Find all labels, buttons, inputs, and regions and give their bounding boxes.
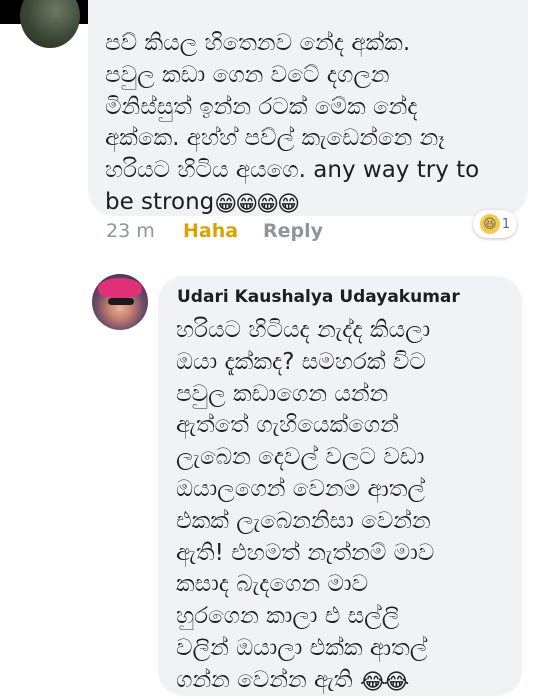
haha-emoji-icon: 😆	[479, 214, 500, 234]
commenter-avatar[interactable]	[20, 0, 80, 48]
reply-line: ලැබෙන දෙවල් වලට වඩා	[176, 444, 425, 471]
avatar-sunglasses-shape	[108, 298, 134, 305]
reply-author-avatar[interactable]	[92, 274, 148, 330]
reply-line: ඔයා දැක්කද? සමහරක් විට	[176, 348, 426, 375]
reply-line: ඇත්තේ ගැහියෙක්ගෙන්	[176, 412, 399, 439]
reply-line: පවුල කඩාගෙන යන්න	[176, 380, 389, 407]
reply-line: එකක් ලැබෙනනිසා වෙන්න	[176, 507, 431, 534]
reply-author-name[interactable]: Udari Kaushalya Udayakumar	[177, 287, 460, 307]
haha-reaction-link[interactable]: Haha	[183, 220, 238, 242]
comment-timestamp: 23 m	[106, 220, 155, 242]
reply-line-text: ගන්න වෙන්න ඇති	[176, 666, 353, 693]
reaction-count: 1	[501, 216, 511, 232]
avatar-hat-shape	[98, 278, 142, 298]
reply-link[interactable]: Reply	[263, 220, 323, 242]
reply-line: හුරගෙන කාලා එ සල්ලි	[176, 603, 400, 630]
comment-line: පව් කියල හිතෙනව නේද අක්ක.	[105, 30, 411, 56]
comment-text: පව් කියල හිතෙනව නේද අක්ක. පවුල කඩා ගෙන ව…	[105, 28, 479, 221]
grin-emoji-icon: 😁😁😁😁	[214, 191, 300, 217]
reply-line: ගන්න වෙන්න ඇති 😂😂	[176, 665, 434, 699]
reply-text: හරියට හිටියද නැද්ද කියලා ඔයා දැක්කද? සමහ…	[176, 315, 434, 699]
comment-line-text: be strong	[105, 188, 215, 215]
comment-line: be strong😁😁😁😁	[105, 187, 479, 221]
comment-line: පවුල කඩා ගෙන වටේ දගලන	[105, 61, 390, 88]
reply-line: ඔයාලගෙන් වෙනම ආතල්	[176, 475, 425, 502]
reply-line: ඇති! එහමත් නැත්නම් මාව	[176, 539, 435, 566]
comment-line: මිනිස්සුත් ඉන්න රටක් මේක නේද	[105, 93, 418, 120]
tears-of-joy-emoji-icon: 😂😂	[359, 669, 409, 695]
comment-line: හරියට හිටිය අයගෙ. any way try to	[105, 157, 480, 184]
reply-line: කසාද බැදගෙන මාව	[176, 571, 369, 598]
reply-line: වලින් ඔයාලා එක්ක ආතල්	[176, 634, 428, 661]
reply-line: හරියට හිටියද නැද්ද කියලා	[176, 317, 431, 343]
reaction-summary[interactable]: 😆 1	[473, 210, 517, 238]
comment-line: අක්කෙ. අහ්හ් පව්ල් කැඩෙන්නෙ නෑ	[105, 125, 445, 152]
